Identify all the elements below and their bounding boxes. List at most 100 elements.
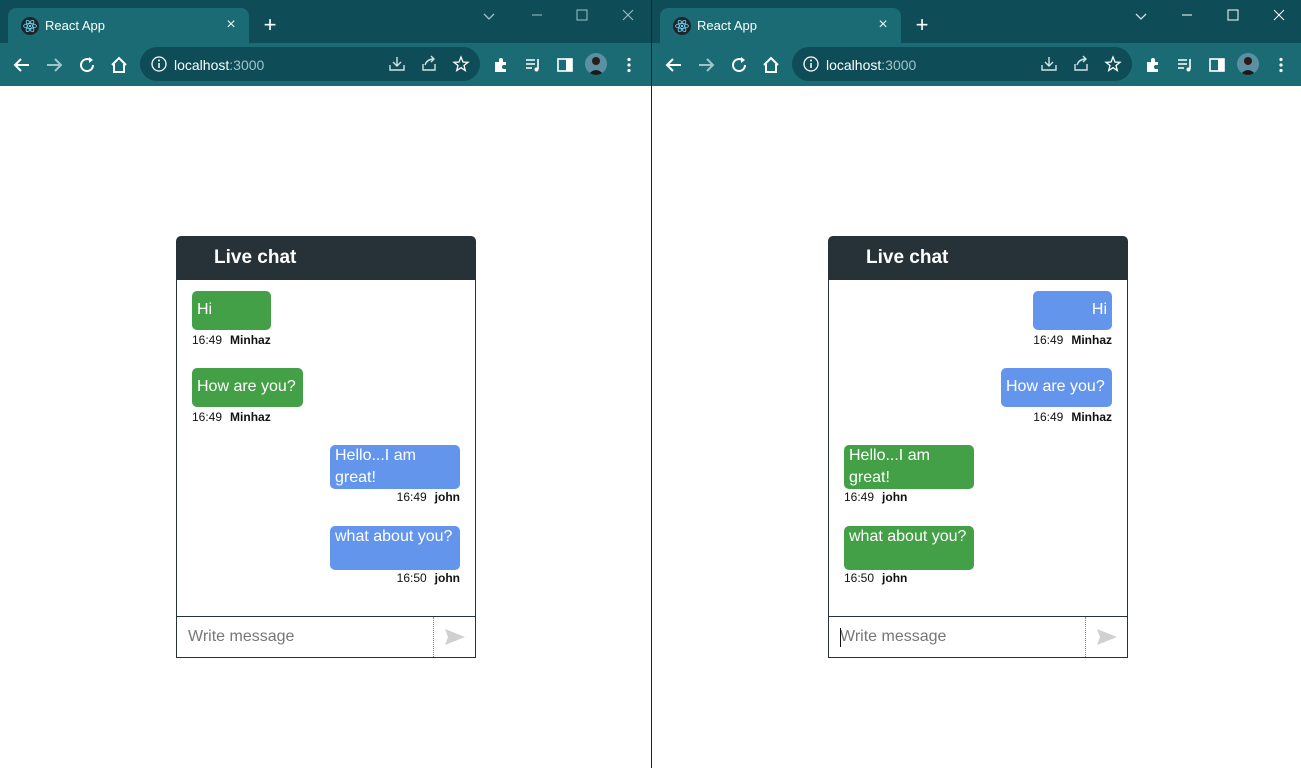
message-meta: 16:49 Minhaz <box>192 410 271 424</box>
message-input[interactable] <box>829 617 1085 657</box>
tab-title: React App <box>697 18 757 33</box>
chat-messages-panel[interactable]: Hi 16:49 Minhaz How are you? 16:49 Minhaz … <box>828 280 1128 617</box>
tab-close-icon[interactable]: × <box>221 15 241 35</box>
home-icon[interactable] <box>107 53 131 77</box>
message-author: Minhaz <box>1071 410 1112 424</box>
maximize-icon[interactable] <box>571 5 593 27</box>
close-window-icon[interactable] <box>617 5 639 27</box>
message-meta: 16:49 Minhaz <box>1001 410 1112 424</box>
url-host: localhost <box>826 57 882 73</box>
send-button[interactable] <box>1085 617 1127 657</box>
chat-title: Live chat <box>214 247 297 268</box>
browser-menu-icon[interactable] <box>1269 53 1293 77</box>
live-chat-widget: Live chat Hi 16:49 Minhaz How are you? 16… <box>176 236 476 658</box>
live-chat-widget: Live chat Hi 16:49 Minhaz How are you? 16… <box>828 236 1128 658</box>
url-text: localhost:3000 <box>826 57 916 73</box>
title-bar: React App × + <box>652 0 1301 43</box>
message-bubble: what about you? <box>844 526 974 570</box>
url-port: :3000 <box>229 57 265 73</box>
minimize-icon[interactable] <box>1176 5 1198 27</box>
message-author: john <box>882 571 908 585</box>
back-arrow-icon[interactable] <box>662 53 686 77</box>
message-time: 16:50 <box>844 571 875 585</box>
browser-window-right: React App × + localhost:3000 Live chat H… <box>652 0 1301 768</box>
message-author: Minhaz <box>230 410 271 424</box>
message-meta: 16:49 Minhaz <box>983 333 1112 347</box>
bookmark-star-icon[interactable] <box>452 55 470 73</box>
site-info-icon[interactable] <box>802 55 820 73</box>
back-arrow-icon[interactable] <box>10 53 34 77</box>
forward-arrow-icon[interactable] <box>42 53 66 77</box>
tab-close-icon[interactable]: × <box>873 15 893 35</box>
send-arrow-icon <box>444 629 465 645</box>
message-time: 16:49 <box>1033 410 1064 424</box>
react-favicon-icon <box>673 17 691 35</box>
extensions-puzzle-icon[interactable] <box>1141 53 1165 77</box>
reload-icon[interactable] <box>727 53 751 77</box>
browser-tab[interactable]: React App × <box>660 8 901 43</box>
new-tab-button[interactable]: + <box>910 13 934 37</box>
browser-window-left: React App × + localhost:3000 Live chat H… <box>0 0 651 768</box>
message-time: 16:49 <box>1033 333 1064 347</box>
maximize-icon[interactable] <box>1222 5 1244 27</box>
tab-search-chevron-icon[interactable] <box>478 5 500 27</box>
reload-icon[interactable] <box>75 53 99 77</box>
browser-toolbar: localhost:3000 <box>652 43 1301 86</box>
share-icon[interactable] <box>1072 55 1090 73</box>
chat-header: Live chat <box>828 236 1128 280</box>
chat-input-bar <box>828 616 1128 658</box>
close-window-icon[interactable] <box>1268 5 1290 27</box>
message-author: Minhaz <box>230 333 271 347</box>
url-port: :3000 <box>881 57 917 73</box>
title-bar: React App × + <box>0 0 651 43</box>
text-caret <box>840 628 841 647</box>
url-text: localhost:3000 <box>174 57 264 73</box>
react-favicon-icon <box>21 17 39 35</box>
chat-header: Live chat <box>176 236 476 280</box>
message-meta: 16:50 john <box>330 571 460 585</box>
install-app-icon[interactable] <box>1040 55 1058 73</box>
chat-messages-panel[interactable]: Hi 16:49 Minhaz How are you? 16:49 Minhaz … <box>176 280 476 617</box>
media-queue-icon[interactable] <box>521 53 545 77</box>
send-arrow-icon <box>1096 629 1117 645</box>
browser-tab[interactable]: React App × <box>8 8 249 43</box>
browser-menu-icon[interactable] <box>617 53 641 77</box>
message-bubble: Hi <box>192 291 271 330</box>
browser-toolbar: localhost:3000 <box>0 43 651 86</box>
message-author: john <box>434 490 460 504</box>
site-info-icon[interactable] <box>150 55 168 73</box>
message-input[interactable] <box>177 617 433 657</box>
share-icon[interactable] <box>420 55 438 73</box>
tab-search-chevron-icon[interactable] <box>1130 5 1152 27</box>
extensions-puzzle-icon[interactable] <box>489 53 513 77</box>
message-meta: 16:49 john <box>844 490 907 504</box>
message-bubble: How are you? <box>192 368 303 407</box>
address-bar[interactable]: localhost:3000 <box>140 47 480 81</box>
address-bar[interactable]: localhost:3000 <box>792 47 1132 81</box>
message-bubble: Hello...I am great! <box>330 445 460 489</box>
forward-arrow-icon[interactable] <box>694 53 718 77</box>
message-meta: 16:49 john <box>330 490 460 504</box>
profile-avatar[interactable] <box>1237 53 1259 75</box>
chat-input-bar <box>176 616 476 658</box>
url-host: localhost <box>174 57 230 73</box>
side-panel-icon[interactable] <box>553 53 577 77</box>
install-app-icon[interactable] <box>388 55 406 73</box>
message-bubble: what about you? <box>330 526 460 570</box>
profile-avatar[interactable] <box>585 53 607 75</box>
media-queue-icon[interactable] <box>1173 53 1197 77</box>
message-time: 16:49 <box>192 333 223 347</box>
message-bubble: Hi <box>1033 291 1112 330</box>
bookmark-star-icon[interactable] <box>1104 55 1122 73</box>
message-bubble: How are you? <box>1001 368 1112 407</box>
message-time: 16:49 <box>396 490 427 504</box>
message-bubble: Hello...I am great! <box>844 445 974 489</box>
home-icon[interactable] <box>759 53 783 77</box>
send-button[interactable] <box>433 617 475 657</box>
minimize-icon[interactable] <box>526 5 548 27</box>
side-panel-icon[interactable] <box>1205 53 1229 77</box>
new-tab-button[interactable]: + <box>258 13 282 37</box>
message-time: 16:49 <box>844 490 875 504</box>
message-time: 16:50 <box>396 571 427 585</box>
message-author: Minhaz <box>1071 333 1112 347</box>
